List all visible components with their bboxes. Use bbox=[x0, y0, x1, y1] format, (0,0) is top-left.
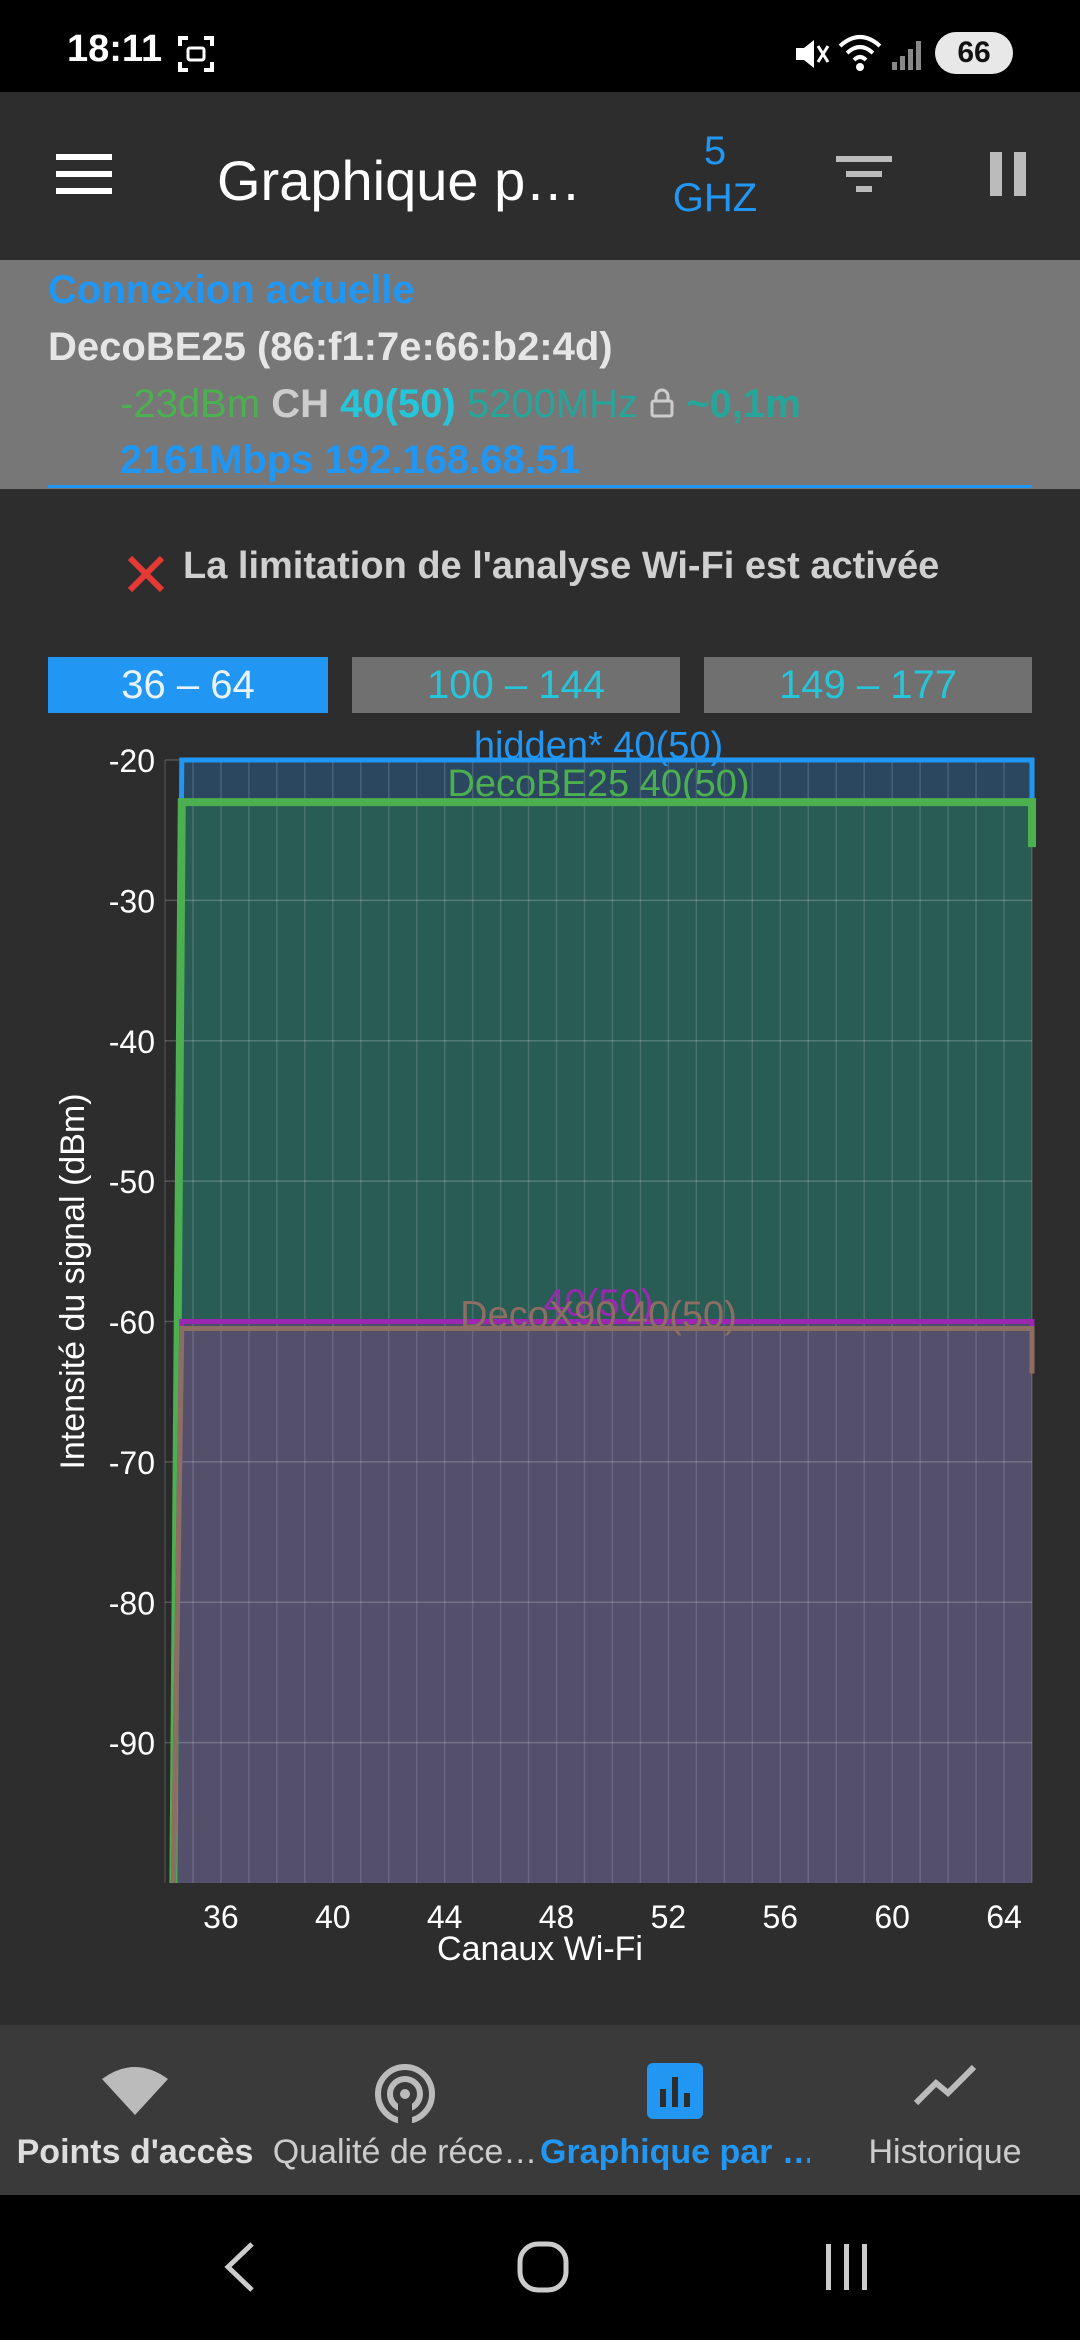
y-tick-label: -90 bbox=[109, 1726, 155, 1762]
connection-distance: ~0,1m bbox=[686, 382, 801, 426]
lock-icon bbox=[650, 388, 674, 418]
signal-quality-icon bbox=[375, 2064, 435, 2125]
series-label: hidden* 40(50) bbox=[474, 730, 723, 767]
range-tab-100-144[interactable]: 100 – 144 bbox=[352, 657, 680, 713]
connection-ip: 192.168.68.51 bbox=[324, 438, 581, 482]
x-tick-label: 64 bbox=[986, 1899, 1022, 1935]
recent-apps-icon[interactable] bbox=[822, 2242, 872, 2292]
battery-level: 66 bbox=[957, 36, 991, 69]
status-time: 18:11 bbox=[67, 28, 163, 70]
band-unit: GHZ bbox=[672, 176, 758, 220]
menu-icon[interactable] bbox=[56, 152, 112, 196]
y-tick-label: -20 bbox=[109, 743, 155, 779]
battery-indicator: 66 bbox=[935, 32, 1013, 74]
connection-divider bbox=[48, 485, 1032, 488]
series-label: DecoX90 40(50) bbox=[460, 1295, 737, 1337]
connection-speed-ip: 2161Mbps 192.168.68.51 bbox=[120, 438, 580, 483]
band-selector[interactable]: 5 GHZ bbox=[670, 128, 760, 222]
cell-signal-icon bbox=[892, 41, 921, 70]
range-tab-149-177[interactable]: 149 – 177 bbox=[704, 657, 1032, 713]
y-tick-label: -50 bbox=[109, 1164, 155, 1200]
y-tick-label: -80 bbox=[109, 1585, 155, 1621]
home-icon[interactable] bbox=[516, 2240, 570, 2294]
connection-details: -23dBm CH 40(50) 5200MHz ~0,1m bbox=[120, 382, 801, 427]
filter-icon[interactable] bbox=[836, 152, 892, 196]
connection-ssid: DecoBE25 (86:f1:7e:66:b2:4d) bbox=[48, 325, 613, 369]
nav-signal-quality[interactable]: Qualité de réce… bbox=[270, 2025, 540, 2195]
x-tick-label: 56 bbox=[762, 1899, 798, 1935]
back-icon[interactable] bbox=[222, 2240, 258, 2294]
series-area bbox=[173, 1328, 1032, 1883]
channel-graph: hidden* 40(50)DecoBE25 40(50)40(50)DecoX… bbox=[54, 730, 1036, 1968]
range-tab-label: 36 – 64 bbox=[121, 662, 255, 707]
channel-label: CH bbox=[271, 382, 329, 426]
range-tab-label: 100 – 144 bbox=[427, 662, 605, 707]
x-tick-label: 40 bbox=[315, 1899, 351, 1935]
pause-icon[interactable] bbox=[988, 150, 1028, 198]
wifi-icon bbox=[102, 2067, 168, 2115]
scan-throttling-warning: La limitation de l'analyse Wi-Fi est act… bbox=[183, 545, 940, 587]
series-label: DecoBE25 40(50) bbox=[447, 763, 749, 805]
nav-history[interactable]: Historique bbox=[810, 2025, 1080, 2195]
x-tick-label: 52 bbox=[651, 1899, 687, 1935]
wifi-status-icon bbox=[838, 35, 882, 71]
y-tick-label: -30 bbox=[109, 883, 155, 919]
screenshot-icon bbox=[178, 36, 214, 72]
range-tab-label: 149 – 177 bbox=[779, 662, 957, 707]
bar-chart-icon bbox=[647, 2063, 703, 2119]
mute-icon bbox=[796, 40, 830, 68]
nav-label: Graphique par … bbox=[540, 2133, 810, 2171]
y-tick-label: -70 bbox=[109, 1445, 155, 1481]
band-value: 5 bbox=[703, 129, 727, 173]
connection-signal: -23dBm bbox=[120, 382, 261, 426]
connection-channel: 40(50) bbox=[340, 382, 456, 426]
connection-frequency: 5200MHz bbox=[466, 382, 639, 426]
page-title: Graphique p… bbox=[217, 149, 582, 212]
x-tick-label: 60 bbox=[874, 1899, 910, 1935]
trend-icon bbox=[914, 2064, 976, 2106]
x-tick-label: 36 bbox=[203, 1899, 239, 1935]
connection-speed: 2161Mbps bbox=[120, 438, 314, 482]
y-axis-label: Intensité du signal (dBm) bbox=[54, 1093, 92, 1469]
y-tick-label: -60 bbox=[109, 1305, 155, 1341]
connection-heading: Connexion actuelle bbox=[48, 268, 415, 312]
range-tab-36-64[interactable]: 36 – 64 bbox=[48, 657, 328, 713]
nav-label: Historique bbox=[868, 2133, 1022, 2171]
nav-channel-graph[interactable]: Graphique par … bbox=[540, 2025, 810, 2195]
y-tick-label: -40 bbox=[109, 1024, 155, 1060]
close-red-icon bbox=[127, 555, 165, 593]
nav-label: Points d'accès bbox=[16, 2133, 254, 2171]
x-axis-label: Canaux Wi-Fi bbox=[437, 1930, 643, 1968]
nav-label: Qualité de réce… bbox=[272, 2133, 538, 2171]
nav-access-points[interactable]: Points d'accès bbox=[0, 2025, 270, 2195]
